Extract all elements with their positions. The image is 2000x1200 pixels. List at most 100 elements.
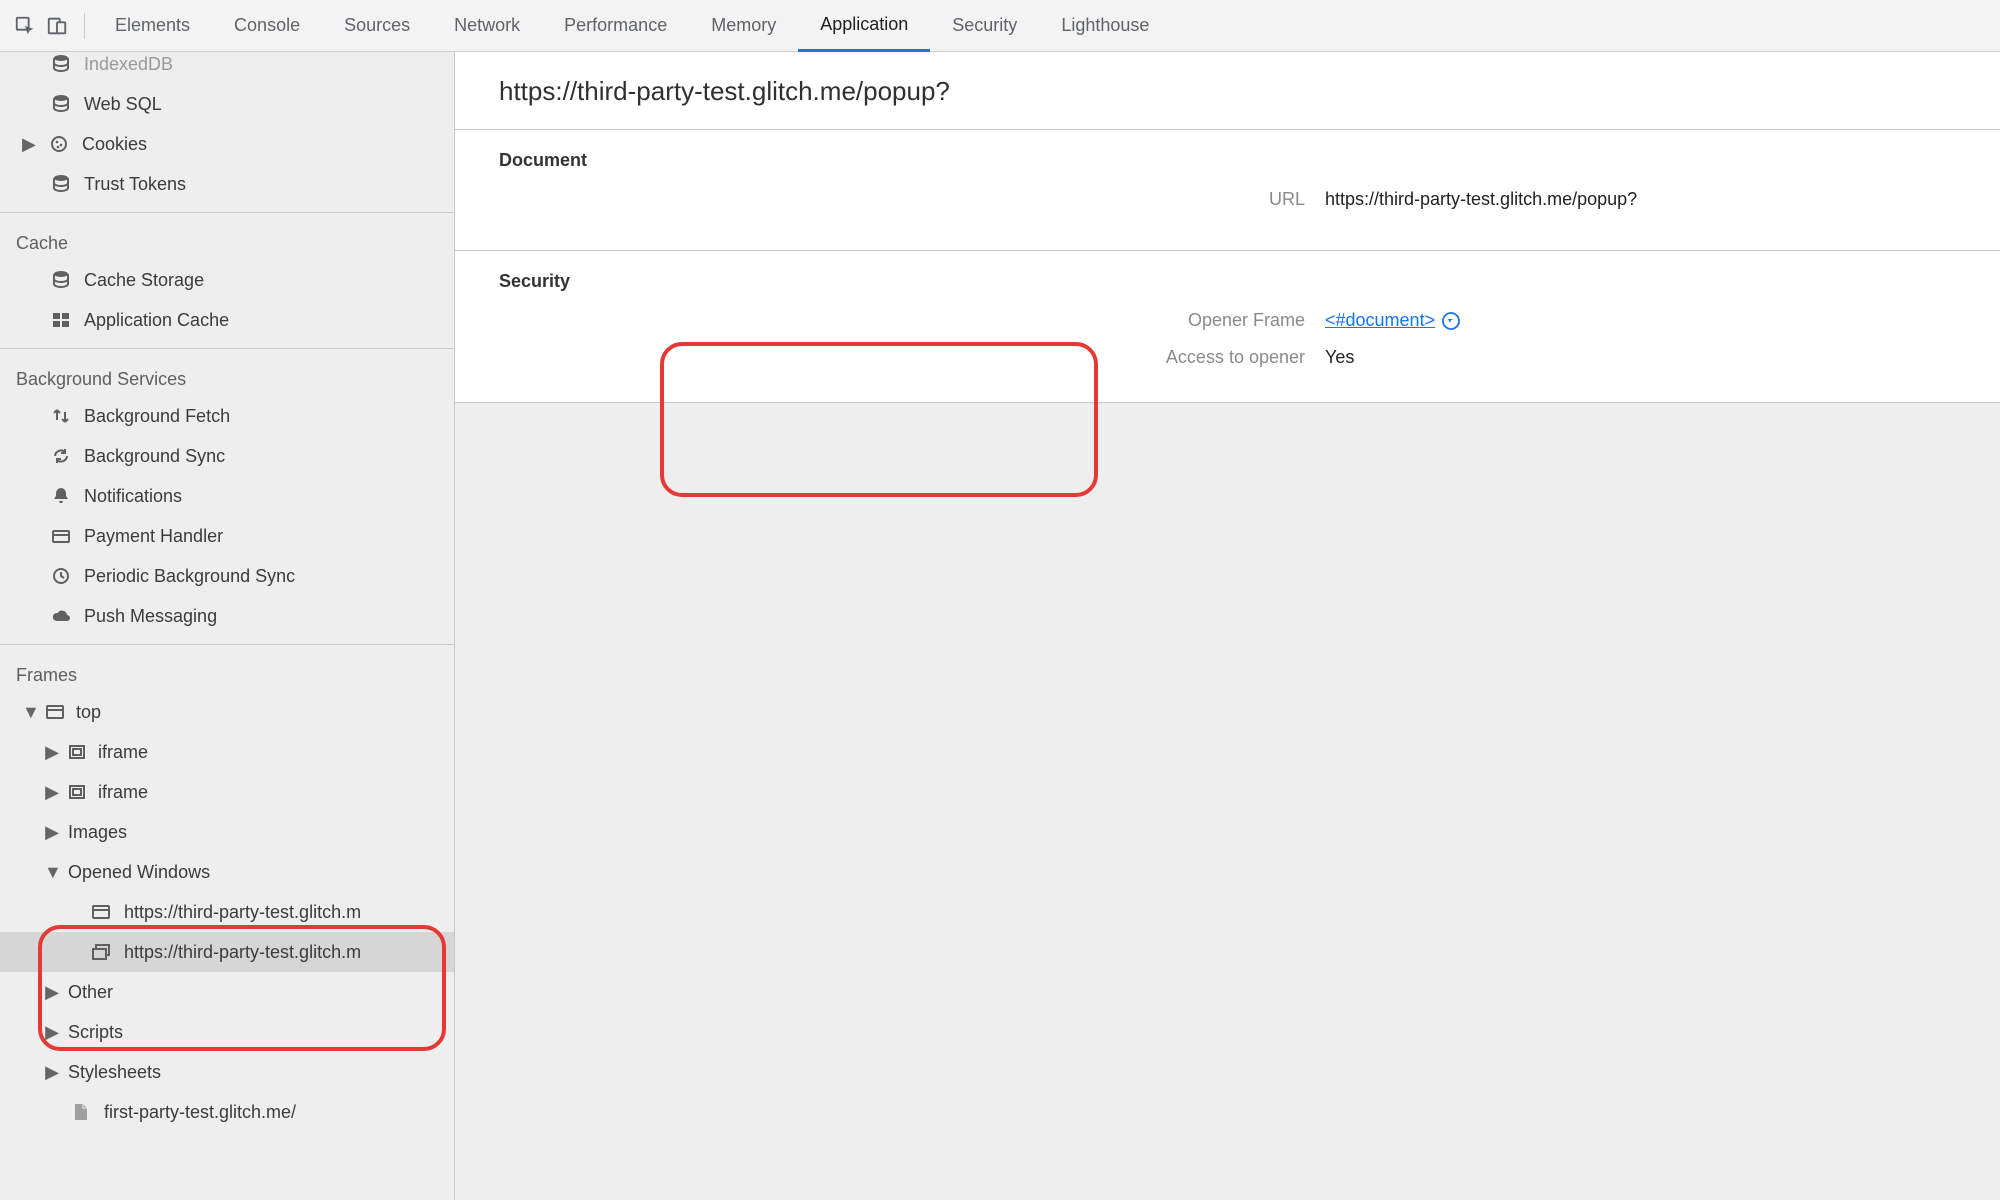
kv-access-to-opener: Access to opener Yes [455,347,2000,368]
windows-icon [88,942,114,962]
sidebar-item-app-cache[interactable]: Application Cache [0,300,454,340]
expand-arrow-icon[interactable]: ▶ [44,1022,60,1043]
transfer-icon [48,406,74,426]
frames-top[interactable]: ▼ top [0,692,454,732]
frames-images[interactable]: ▶ Images [0,812,454,852]
expand-arrow-icon[interactable]: ▶ [22,134,38,155]
tab-lighthouse[interactable]: Lighthouse [1039,0,1171,52]
frames-other[interactable]: ▶ Other [0,972,454,1012]
sidebar-label: Push Messaging [84,606,217,627]
toolbar-icons [0,15,78,37]
sidebar-item-trust-tokens[interactable]: Trust Tokens [0,164,454,204]
collapse-arrow-icon[interactable]: ▼ [44,862,60,883]
sidebar-item-background-sync[interactable]: Background Sync [0,436,454,476]
tab-elements[interactable]: Elements [93,0,212,52]
detail-panel: https://third-party-test.glitch.me/popup… [455,52,2000,403]
file-icon [68,1102,94,1122]
sidebar-label: Notifications [84,486,182,507]
tab-network[interactable]: Network [432,0,542,52]
reveal-in-elements-icon[interactable] [1441,311,1461,331]
tree-label: Scripts [68,1022,123,1043]
tab-memory[interactable]: Memory [689,0,798,52]
tab-application[interactable]: Application [798,0,930,52]
sidebar-label: Background Fetch [84,406,230,427]
expand-arrow-icon[interactable]: ▶ [44,782,60,803]
tab-sources[interactable]: Sources [322,0,432,52]
tab-console[interactable]: Console [212,0,322,52]
tree-label: https://third-party-test.glitch.m [124,942,361,963]
database-icon [48,94,74,114]
expand-arrow-icon[interactable]: ▶ [44,822,60,843]
kv-label: Opener Frame [455,310,1325,331]
section-heading: Security [455,271,2000,292]
sidebar-group-frames: Frames [0,653,454,692]
frames-scripts[interactable]: ▶ Scripts [0,1012,454,1052]
frames-opened-windows[interactable]: ▼ Opened Windows [0,852,454,892]
kv-value: Yes [1325,347,1354,368]
tree-label: Images [68,822,127,843]
iframe-icon [64,782,90,802]
clock-icon [48,566,74,586]
opened-window-item-selected[interactable]: https://third-party-test.glitch.m [0,932,454,972]
kv-value: https://third-party-test.glitch.me/popup… [1325,189,1637,210]
sidebar-label: IndexedDB [84,54,173,75]
sidebar-item-cache-storage[interactable]: Cache Storage [0,260,454,300]
device-toggle-icon[interactable] [46,15,68,37]
frames-iframe[interactable]: ▶ iframe [0,732,454,772]
cookie-icon [46,134,72,154]
tree-label: iframe [98,742,148,763]
sync-icon [48,446,74,466]
frames-iframe[interactable]: ▶ iframe [0,772,454,812]
expand-arrow-icon[interactable]: ▶ [44,982,60,1003]
sidebar-item-periodic-sync[interactable]: Periodic Background Sync [0,556,454,596]
divider [0,644,454,645]
tab-performance[interactable]: Performance [542,0,689,52]
page-title: https://third-party-test.glitch.me/popup… [455,52,2000,130]
sidebar-label: Cache Storage [84,270,204,291]
inspect-icon[interactable] [14,15,36,37]
sidebar-item-background-fetch[interactable]: Background Fetch [0,396,454,436]
sidebar-item-payment-handler[interactable]: Payment Handler [0,516,454,556]
kv-label: URL [455,189,1325,210]
collapse-arrow-icon[interactable]: ▼ [22,702,38,723]
iframe-icon [64,742,90,762]
sidebar-label: Web SQL [84,94,162,115]
sidebar-label: Application Cache [84,310,229,331]
toolbar-separator [84,13,85,39]
cloud-icon [48,606,74,626]
opened-window-item[interactable]: https://third-party-test.glitch.m [0,892,454,932]
sidebar-label: Periodic Background Sync [84,566,295,587]
database-icon [48,54,74,74]
kv-opener-frame: Opener Frame <#document> [455,310,2000,331]
expand-arrow-icon[interactable]: ▶ [44,1062,60,1083]
opener-frame-link[interactable]: <#document> [1325,310,1435,331]
tree-label: top [76,702,101,723]
stylesheet-file[interactable]: first-party-test.glitch.me/ [0,1092,454,1132]
devtools-tabbar: Elements Console Sources Network Perform… [0,0,2000,52]
tree-label: first-party-test.glitch.me/ [104,1102,296,1123]
grid-icon [48,310,74,330]
frames-stylesheets[interactable]: ▶ Stylesheets [0,1052,454,1092]
divider [0,212,454,213]
expand-arrow-icon[interactable]: ▶ [44,742,60,763]
sidebar-label: Cookies [82,134,147,155]
tree-label: Stylesheets [68,1062,161,1083]
section-heading: Document [455,150,2000,171]
sidebar-label: Trust Tokens [84,174,186,195]
sidebar-group-background-services: Background Services [0,357,454,396]
sidebar-group-cache: Cache [0,221,454,260]
database-icon [48,270,74,290]
sidebar-item-indexeddb[interactable]: IndexedDB [0,52,454,84]
window-icon [88,902,114,922]
section-document: Document URL https://third-party-test.gl… [455,130,2000,251]
tab-security[interactable]: Security [930,0,1039,52]
sidebar-item-notifications[interactable]: Notifications [0,476,454,516]
sidebar-item-push-messaging[interactable]: Push Messaging [0,596,454,636]
section-security: Security Opener Frame <#document> Access… [455,251,2000,402]
sidebar-item-cookies[interactable]: ▶ Cookies [0,124,454,164]
database-icon [48,174,74,194]
sidebar-item-websql[interactable]: Web SQL [0,84,454,124]
kv-value: <#document> [1325,310,1461,331]
divider [0,348,454,349]
detail-content: https://third-party-test.glitch.me/popup… [455,52,2000,1200]
